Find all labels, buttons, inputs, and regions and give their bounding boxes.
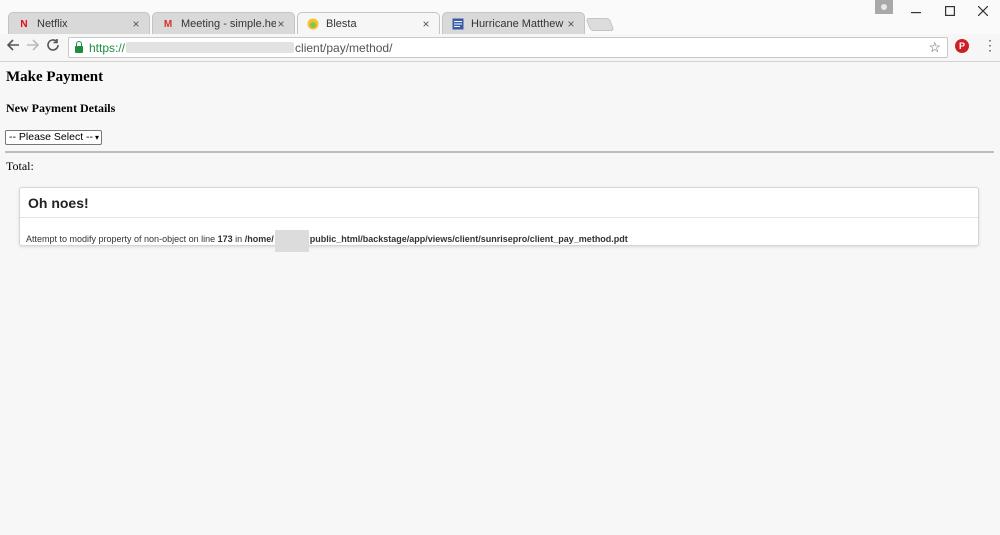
tab-meeting[interactable]: M Meeting - simple.healthy × — [152, 12, 295, 35]
lock-icon — [75, 41, 83, 53]
close-tab-icon[interactable]: × — [566, 17, 576, 31]
tab-blesta[interactable]: Blesta × — [297, 12, 440, 35]
error-title: Oh noes! — [28, 195, 89, 211]
tab-title: Blesta — [326, 18, 357, 30]
back-arrow-icon[interactable] — [4, 38, 22, 56]
minimize-icon[interactable] — [905, 0, 927, 22]
reload-icon[interactable] — [44, 38, 62, 56]
tab-netflix[interactable]: N Netflix × — [8, 12, 150, 35]
tab-strip: N Netflix × M Meeting - simple.healthy ×… — [0, 0, 1000, 35]
tab-hurricane[interactable]: Hurricane Matthew May × — [442, 12, 585, 35]
address-bar[interactable]: https:// client/pay/method/ ☆ — [68, 37, 948, 58]
tab-title: Hurricane Matthew May — [471, 18, 566, 30]
total-label: Total: — [6, 159, 34, 173]
browser-toolbar: https:// client/pay/method/ ☆ P ⋮ — [0, 34, 1000, 62]
select-value: -- Please Select -- — [9, 131, 94, 143]
error-divider — [20, 217, 978, 218]
error-box: Oh noes! Attempt to modify property of n… — [19, 187, 979, 252]
error-message: Attempt to modify property of non-object… — [26, 228, 628, 252]
error-path-end: public_html/backstage/app/views/client/s… — [309, 234, 628, 244]
close-tab-icon[interactable]: × — [276, 17, 286, 31]
profile-icon[interactable] — [875, 0, 893, 14]
menu-kebab-icon[interactable]: ⋮ — [983, 37, 997, 54]
tab-title: Meeting - simple.healthy — [181, 18, 276, 30]
maximize-icon[interactable] — [939, 0, 961, 22]
section-title: New Payment Details — [6, 101, 116, 115]
error-line-number: 173 — [217, 234, 233, 244]
gmail-icon: M — [163, 18, 173, 30]
tab-title: Netflix — [37, 18, 68, 30]
blesta-icon — [307, 18, 319, 30]
bookmark-star-icon[interactable]: ☆ — [928, 39, 941, 56]
url-path: client/pay/method/ — [295, 40, 393, 55]
error-in-text: in — [235, 234, 243, 244]
redacted-domain — [126, 42, 295, 53]
document-icon — [452, 18, 464, 30]
close-tab-icon[interactable]: × — [131, 17, 141, 31]
page-title: Make Payment — [6, 69, 104, 85]
error-text: Attempt to modify property of non-object… — [26, 234, 216, 244]
forward-arrow-icon[interactable] — [24, 38, 42, 56]
new-tab-button[interactable] — [585, 18, 615, 31]
window-close-icon[interactable] — [972, 0, 994, 22]
error-path-start: /home/ — [244, 234, 274, 244]
netflix-icon: N — [20, 18, 28, 30]
page-content: Make Payment New Payment Details -- Plea… — [0, 63, 1000, 535]
close-tab-icon[interactable]: × — [421, 17, 431, 31]
pinterest-icon[interactable]: P — [955, 39, 969, 53]
payment-method-select[interactable]: -- Please Select -- ▾ — [5, 130, 102, 145]
redacted-username — [274, 230, 309, 252]
divider — [5, 151, 994, 153]
chevron-down-icon: ▾ — [95, 133, 100, 142]
url-scheme: https:// — [89, 40, 126, 55]
